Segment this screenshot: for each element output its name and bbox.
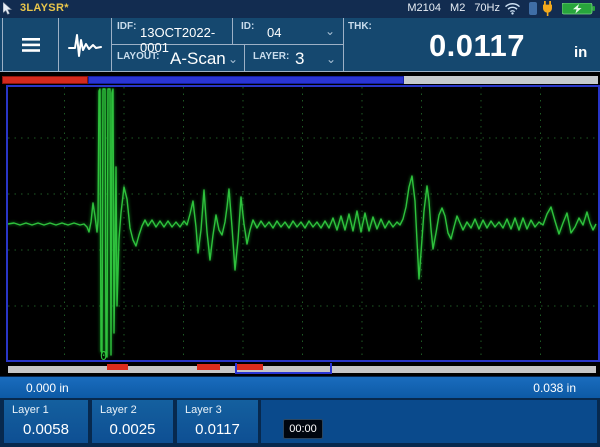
cursor-icon (3, 2, 14, 15)
layout-dropdown[interactable]: LAYOUT: A-Scan ⌄ (112, 45, 245, 71)
tab-layer-1[interactable]: Layer 1 0.0058 (4, 400, 88, 443)
scale-min: 0.000 in (26, 381, 69, 395)
layer-1-value: 0.0058 (4, 421, 88, 438)
top-status-bar: 3LAYSR* M2104 M2 70Hz (0, 0, 600, 18)
layer-label: LAYER: (253, 51, 289, 62)
id-value: 04 (267, 25, 281, 40)
zoom-region-red (2, 76, 88, 84)
layer-2-label: Layer 2 (100, 404, 137, 416)
file-title: 3LAYSR* (20, 2, 69, 14)
waveform-trace (8, 89, 596, 357)
ascan-waveform-icon (68, 32, 102, 58)
range-scalebar: 0.000 in 0.038 in (0, 376, 600, 398)
layout-label: LAYOUT: (117, 51, 159, 62)
layer-3-value: 0.0117 (177, 421, 258, 438)
idf-label: IDF: (117, 21, 136, 32)
layer-2-value: 0.0025 (92, 421, 173, 438)
chevron-down-icon: ⌄ (325, 26, 335, 36)
battery-icon (562, 3, 596, 15)
chevron-down-icon: ⌄ (326, 54, 336, 64)
layer-3-label: Layer 3 (185, 404, 222, 416)
layer-tab-bar: Layer 1 0.0058 Layer 2 0.0025 Layer 3 0.… (0, 398, 600, 447)
thk-unit: in (574, 44, 587, 61)
power-plug-icon (541, 1, 554, 16)
header-bar: IDF: 13OCT2022-0001 ID: 04 ⌄ LAYOUT: A-S… (0, 18, 600, 72)
tab-layer-3[interactable]: Layer 3 0.0117 (177, 400, 258, 443)
ascan-plot[interactable] (6, 85, 600, 362)
id-label: ID: (241, 21, 254, 32)
tab-layer-2[interactable]: Layer 2 0.0025 (92, 400, 173, 443)
timer-display: 00:00 (283, 419, 323, 439)
layer-1-label: Layer 1 (12, 404, 49, 416)
wifi-icon (504, 2, 521, 15)
gate-strip: 0 (0, 362, 600, 376)
hamburger-icon (22, 38, 40, 52)
layout-value: A-Scan (170, 49, 226, 69)
gate-1 (107, 364, 128, 370)
menu-button[interactable] (2, 18, 59, 71)
range-scrollbar[interactable] (2, 76, 598, 84)
zero-marker: 0 (100, 349, 107, 363)
waveform-svg (8, 87, 598, 360)
status-rate: 70Hz (474, 2, 500, 14)
probe-indicator-icon (529, 2, 537, 15)
status-mode2: M2 (450, 2, 465, 14)
idf-field[interactable]: IDF: 13OCT2022-0001 (112, 18, 233, 45)
thickness-readout: THK: 0.0117 in (344, 18, 600, 71)
thk-label: THK: (348, 21, 372, 32)
layer-dropdown[interactable]: LAYER: 3 ⌄ (245, 45, 344, 71)
layer-value: 3 (295, 49, 304, 69)
ascan-view-button[interactable] (59, 18, 112, 71)
thk-value: 0.0117 (402, 28, 552, 64)
chevron-down-icon: ⌄ (228, 54, 238, 64)
gate-3 (237, 364, 263, 370)
display-range-blue (88, 76, 404, 84)
status-mode: M2104 (407, 2, 441, 14)
device-screen: 3LAYSR* M2104 M2 70Hz (0, 0, 600, 447)
gate-2 (197, 364, 220, 370)
scale-max: 0.038 in (533, 381, 576, 395)
bottom-right-panel: 00:00 (261, 400, 597, 443)
measurement-status: M2104 M2 70Hz (407, 2, 500, 14)
range-strip (0, 72, 600, 86)
id-dropdown[interactable]: ID: 04 ⌄ (233, 18, 344, 45)
